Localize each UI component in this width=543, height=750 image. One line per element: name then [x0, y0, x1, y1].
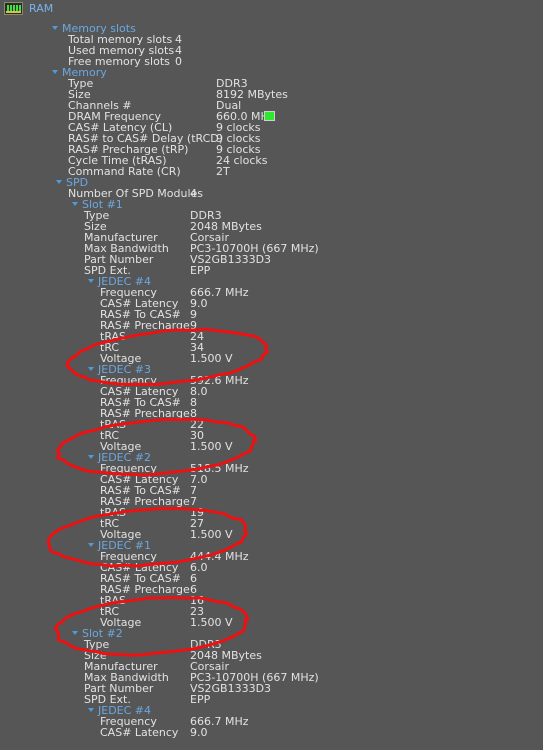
frequency-indicator-icon[interactable] — [264, 111, 275, 121]
chevron-down-icon[interactable] — [88, 367, 94, 371]
property-value: 1.500 V — [190, 616, 233, 629]
chevron-down-icon[interactable] — [88, 543, 94, 547]
chevron-down-icon[interactable] — [72, 202, 78, 206]
hardware-info-tree: RAM Memory slots Total memory slots 4 Used … — [0, 0, 543, 739]
property-value: 1.500 V — [190, 528, 233, 541]
property-value: EPP — [190, 264, 211, 277]
ram-header-row[interactable]: RAM — [0, 0, 543, 17]
property-label: CAS# Latency — [100, 726, 179, 739]
chevron-down-icon[interactable] — [88, 455, 94, 459]
tree-rows: Memory slots Total memory slots 4 Used memo… — [0, 22, 543, 750]
chevron-down-icon[interactable] — [52, 70, 58, 74]
memory-module-icon — [4, 2, 23, 15]
property-value: 1.500 V — [190, 440, 233, 453]
property-value: 2T — [216, 165, 230, 178]
chevron-down-icon[interactable] — [72, 631, 78, 635]
property-value: 9.0 — [190, 726, 208, 739]
property-value: 1.500 V — [190, 352, 233, 365]
chevron-down-icon[interactable] — [88, 279, 94, 283]
property-value: 4 — [190, 187, 197, 200]
property-value: 0 — [175, 55, 182, 68]
property-value: EPP — [190, 693, 211, 706]
chevron-down-icon[interactable] — [56, 180, 62, 184]
chevron-down-icon[interactable] — [52, 26, 58, 30]
page-title: RAM — [29, 2, 54, 15]
chevron-down-icon[interactable] — [88, 708, 94, 712]
